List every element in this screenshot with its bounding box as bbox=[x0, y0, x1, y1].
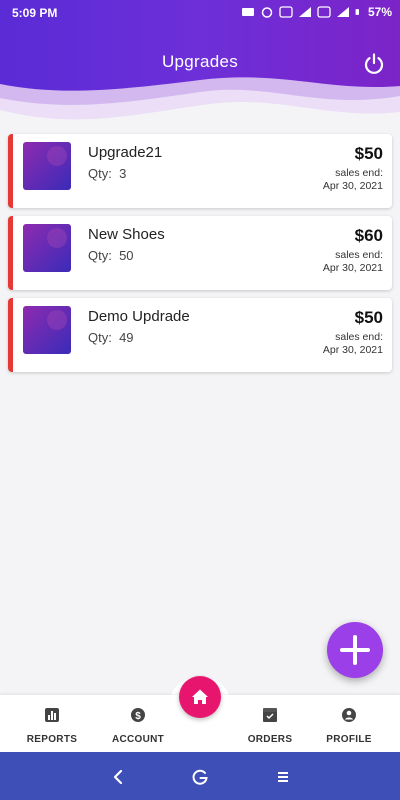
upgrade-qty: Qty: 3 bbox=[88, 166, 127, 181]
upgrade-price: $60 bbox=[354, 226, 383, 245]
home-icon bbox=[192, 689, 208, 704]
upgrade-name: Demo Updrade bbox=[88, 308, 190, 325]
google-assistant-icon[interactable] bbox=[189, 766, 211, 788]
nav-reports[interactable]: REPORTS bbox=[12, 707, 92, 747]
sales-end-date: Apr 30, 2021 bbox=[322, 262, 383, 274]
upgrade-card[interactable]: Demo Updrade Qty: 49 $50 sales end: Apr … bbox=[8, 298, 392, 372]
user-icon bbox=[342, 708, 356, 722]
sales-end-date: Apr 30, 2021 bbox=[322, 180, 383, 192]
home-button[interactable] bbox=[179, 676, 221, 718]
nav-reports-label: REPORTS bbox=[26, 734, 78, 745]
upgrade-qty: Qty: 49 bbox=[88, 330, 134, 345]
upgrade-qty: Qty: 50 bbox=[88, 248, 134, 263]
nav-account[interactable]: $ ACCOUNT bbox=[98, 707, 178, 747]
recent-apps-icon[interactable] bbox=[272, 766, 294, 788]
back-icon[interactable] bbox=[107, 766, 129, 788]
upgrade-price: $50 bbox=[354, 308, 383, 327]
volte-icon-2 bbox=[317, 6, 331, 18]
alarm-icon bbox=[261, 7, 273, 18]
page-title: Upgrades bbox=[161, 52, 239, 71]
upgrade-price: $50 bbox=[354, 144, 383, 163]
nav-orders-label: ORDERS bbox=[247, 734, 293, 745]
signal-icon-2 bbox=[336, 7, 349, 17]
app-header: 5:09 PM 57% Upgrades bbox=[0, 0, 400, 135]
box-icon bbox=[263, 708, 277, 722]
sales-end-label: sales end: bbox=[335, 167, 383, 179]
status-bar: 5:09 PM 57% bbox=[0, 0, 400, 26]
upgrade-card[interactable]: New Shoes Qty: 50 $60 sales end: Apr 30,… bbox=[8, 216, 392, 290]
nav-profile-label: PROFILE bbox=[326, 734, 372, 745]
bar-chart-icon bbox=[45, 708, 59, 722]
sales-end-date: Apr 30, 2021 bbox=[322, 344, 383, 356]
upgrade-list: Upgrade21 Qty: 3 $50 sales end: Apr 30, … bbox=[8, 134, 392, 380]
upgrade-name: Upgrade21 bbox=[88, 144, 163, 161]
battery-icon bbox=[355, 9, 359, 15]
plus-icon bbox=[340, 635, 370, 665]
nav-account-label: ACCOUNT bbox=[111, 734, 165, 745]
volte-icon bbox=[279, 6, 293, 18]
add-upgrade-button[interactable] bbox=[327, 622, 383, 678]
sales-end-label: sales end: bbox=[335, 331, 383, 343]
nav-orders[interactable]: ORDERS bbox=[230, 707, 310, 747]
upgrade-name: New Shoes bbox=[88, 226, 165, 243]
message-icon bbox=[241, 8, 254, 16]
status-time: 5:09 PM bbox=[12, 6, 58, 20]
system-navigation-bar bbox=[0, 752, 400, 800]
battery-percent: 57% bbox=[367, 5, 392, 19]
dollar-icon: $ bbox=[131, 708, 145, 722]
nav-profile[interactable]: PROFILE bbox=[309, 707, 389, 747]
upgrade-thumbnail bbox=[23, 224, 71, 272]
svg-text:$: $ bbox=[135, 711, 141, 722]
signal-icon bbox=[298, 7, 311, 17]
power-icon[interactable] bbox=[362, 52, 386, 76]
sales-end-label: sales end: bbox=[335, 249, 383, 261]
upgrade-card[interactable]: Upgrade21 Qty: 3 $50 sales end: Apr 30, … bbox=[8, 134, 392, 208]
upgrade-thumbnail bbox=[23, 306, 71, 354]
upgrade-thumbnail bbox=[23, 142, 71, 190]
